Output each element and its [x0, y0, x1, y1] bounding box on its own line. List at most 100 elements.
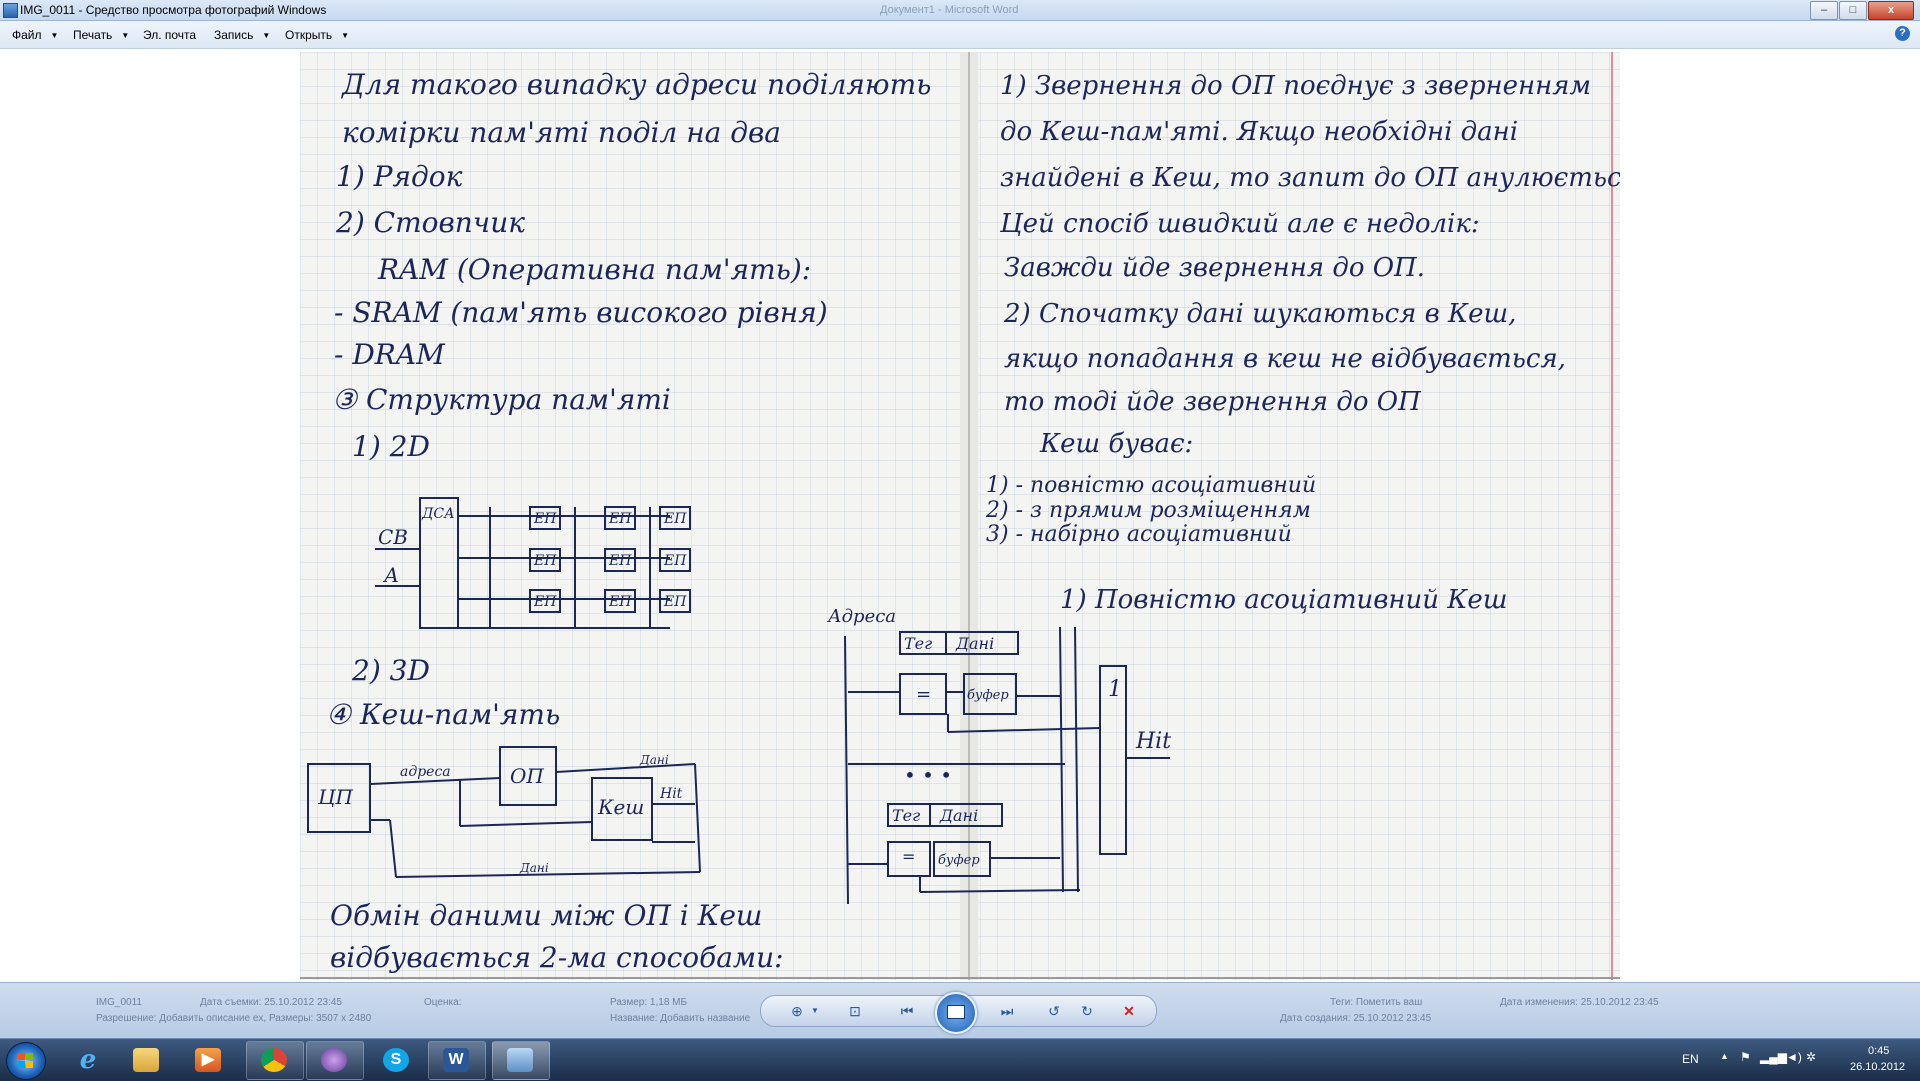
file-name: IMG_0011	[96, 997, 142, 1008]
input-label: А	[382, 563, 399, 587]
note-line: Завжди йде звернення до ОП.	[1004, 253, 1425, 283]
menu-file-label: Файл	[12, 28, 42, 42]
note-line: Кеш буває:	[1039, 429, 1193, 459]
note-line: RAM (Оперативна пам'ять):	[377, 253, 811, 286]
menu-file[interactable]: Файл ▼	[12, 28, 58, 42]
action-center-icon[interactable]: ⚑	[1740, 1050, 1751, 1064]
windows-logo-icon	[18, 1053, 33, 1068]
minimize-button[interactable]: –	[1810, 1, 1838, 20]
zoom-icon[interactable]: ⊕	[787, 1003, 807, 1019]
tag-label: Тег	[892, 806, 920, 825]
rotate-right-icon[interactable]: ↻	[1077, 1003, 1097, 1019]
chevron-down-icon: ▼	[341, 31, 350, 40]
maximize-button[interactable]: □	[1839, 1, 1867, 20]
note-line: 1) Звернення до ОП поєднує з зверненням	[1000, 71, 1591, 101]
tag-label: Тег	[904, 634, 932, 653]
note-line: 1) - повністю асоціативний	[986, 473, 1316, 498]
taskbar: e ▶ S W EN ▲ ⚑ ▂▄▆ ◄) ✲ 0:45 26.10.2012	[0, 1038, 1920, 1081]
taskbar-media-player[interactable]: ▶	[180, 1041, 238, 1080]
date-created: Дата создания: 25.10.2012 23:45	[1280, 1013, 1432, 1024]
taskbar-file-explorer[interactable]	[118, 1041, 176, 1080]
buffer-label: буфер	[938, 853, 980, 868]
note-line: Цей спосіб швидкий але є недолік:	[999, 209, 1480, 239]
notebook-pages: Для такого випадку адреси поділяють комі…	[300, 52, 1620, 980]
chevron-down-icon: ▼	[262, 31, 271, 40]
menu-email[interactable]: Эл. почта	[143, 28, 196, 42]
cell-label: ЕП	[663, 594, 687, 610]
volume-icon[interactable]: ◄)	[1786, 1050, 1802, 1064]
note-line: 2) 3D	[351, 654, 430, 687]
close-button[interactable]: x	[1868, 1, 1914, 20]
image-viewer-area: Для такого випадку адреси поділяють комі…	[0, 49, 1920, 982]
menu-print[interactable]: Печать ▼	[73, 28, 129, 42]
note-line: 2) - з прямим розміщенням	[985, 498, 1311, 523]
note-line: ④ Кеш-пам'ять	[326, 698, 560, 731]
ram-label: ОП	[510, 764, 544, 788]
menu-burn[interactable]: Запись ▼	[214, 28, 270, 42]
note-line: відбувається 2-ма способами:	[330, 941, 784, 974]
show-hidden-icons-icon[interactable]: ▲	[1720, 1051, 1729, 1061]
ellipsis-label: • • •	[904, 763, 952, 787]
taskbar-photo-viewer[interactable]	[492, 1041, 550, 1080]
title-bar: IMG_0011 - Средство просмотра фотографий…	[0, 0, 1920, 21]
background-window-title: Документ1 - Microsoft Word	[880, 4, 1019, 16]
sync-icon[interactable]: ✲	[1806, 1050, 1816, 1064]
date-taken: Дата съемки: 25.10.2012 23:45	[200, 997, 342, 1008]
chrome-icon	[261, 1048, 287, 1072]
note-line: 1) Рядок	[336, 160, 463, 193]
menu-open[interactable]: Открыть ▼	[285, 28, 349, 42]
photo-viewer-app-icon	[3, 3, 18, 18]
clock-time[interactable]: 0:45	[1868, 1045, 1889, 1057]
cell-label: ЕП	[663, 553, 687, 569]
address-label: Адреса	[826, 606, 896, 627]
input-label: СВ	[378, 525, 408, 549]
fit-icon[interactable]: ⊡	[845, 1003, 865, 1019]
previous-icon[interactable]: ⏮	[897, 1003, 917, 1019]
cell-label: ЕП	[608, 553, 632, 569]
word-icon: W	[443, 1048, 469, 1072]
rotate-left-icon[interactable]: ↺	[1044, 1003, 1064, 1019]
network-icon[interactable]: ▂▄▆	[1760, 1050, 1787, 1064]
delete-icon[interactable]: ✕	[1119, 1003, 1139, 1019]
note-line: до Кеш-пам'яті. Якщо необхідні дані	[1000, 117, 1518, 147]
data-label: Дані	[519, 861, 549, 875]
slideshow-icon[interactable]	[935, 992, 977, 1034]
language-indicator[interactable]: EN	[1682, 1052, 1699, 1066]
note-line: то тоді йде звернення до ОП	[1004, 387, 1422, 417]
cell-label: ЕП	[533, 553, 557, 569]
menu-email-label: Эл. почта	[143, 28, 197, 42]
taskbar-chrome[interactable]	[246, 1041, 304, 1080]
taskbar-bittorrent[interactable]	[306, 1041, 364, 1080]
playback-controls: ⊕ ▼ ⊡ ⏮ ⏭ ↺ ↻ ✕	[760, 992, 1157, 1034]
taskbar-internet-explorer[interactable]: e	[60, 1041, 118, 1080]
file-size: Размер: 1,18 МБ	[610, 997, 688, 1008]
note-line: 1) 2D	[352, 430, 430, 463]
taskbar-word[interactable]: W	[428, 1041, 486, 1080]
note-line: 1) Повністю асоціативний Кеш	[1060, 585, 1507, 615]
cell-label: ЕП	[533, 511, 557, 527]
or-gate-label: 1	[1108, 677, 1122, 702]
decoder-label: ДСА	[421, 506, 455, 522]
taskbar-skype[interactable]: S	[368, 1041, 426, 1080]
chevron-down-icon[interactable]: ▼	[805, 1003, 825, 1019]
help-icon[interactable]: ?	[1895, 26, 1910, 41]
clock-date[interactable]: 26.10.2012	[1850, 1061, 1905, 1073]
title-field: Название: Добавить название	[610, 1013, 751, 1024]
note-line: якщо попадання в кеш не відбувається,	[1004, 344, 1566, 374]
hit-label: Hit	[1135, 729, 1171, 754]
note-line: - DRAM	[334, 338, 446, 371]
address-label: адреса	[400, 764, 451, 780]
cell-label: ЕП	[663, 511, 687, 527]
notebook-photo[interactable]: Для такого випадку адреси поділяють комі…	[300, 52, 1620, 980]
date-modified: Дата изменения: 25.10.2012 23:45	[1500, 997, 1659, 1008]
menu-burn-label: Запись	[214, 28, 254, 42]
chevron-down-icon: ▼	[50, 31, 59, 40]
note-line: - SRAM (пам'ять високого рівня)	[334, 296, 828, 329]
next-icon[interactable]: ⏭	[997, 1003, 1017, 1019]
data-label: Дані	[955, 634, 994, 653]
start-button[interactable]	[6, 1042, 46, 1080]
cache-label: Кеш	[597, 795, 644, 819]
note-line: 3) - набірно асоціативний	[986, 522, 1292, 547]
note-line: 2) Стовпчик	[335, 206, 525, 239]
viewer-toolbar: IMG_0011 Дата съемки: 25.10.2012 23:45 О…	[0, 982, 1920, 1039]
